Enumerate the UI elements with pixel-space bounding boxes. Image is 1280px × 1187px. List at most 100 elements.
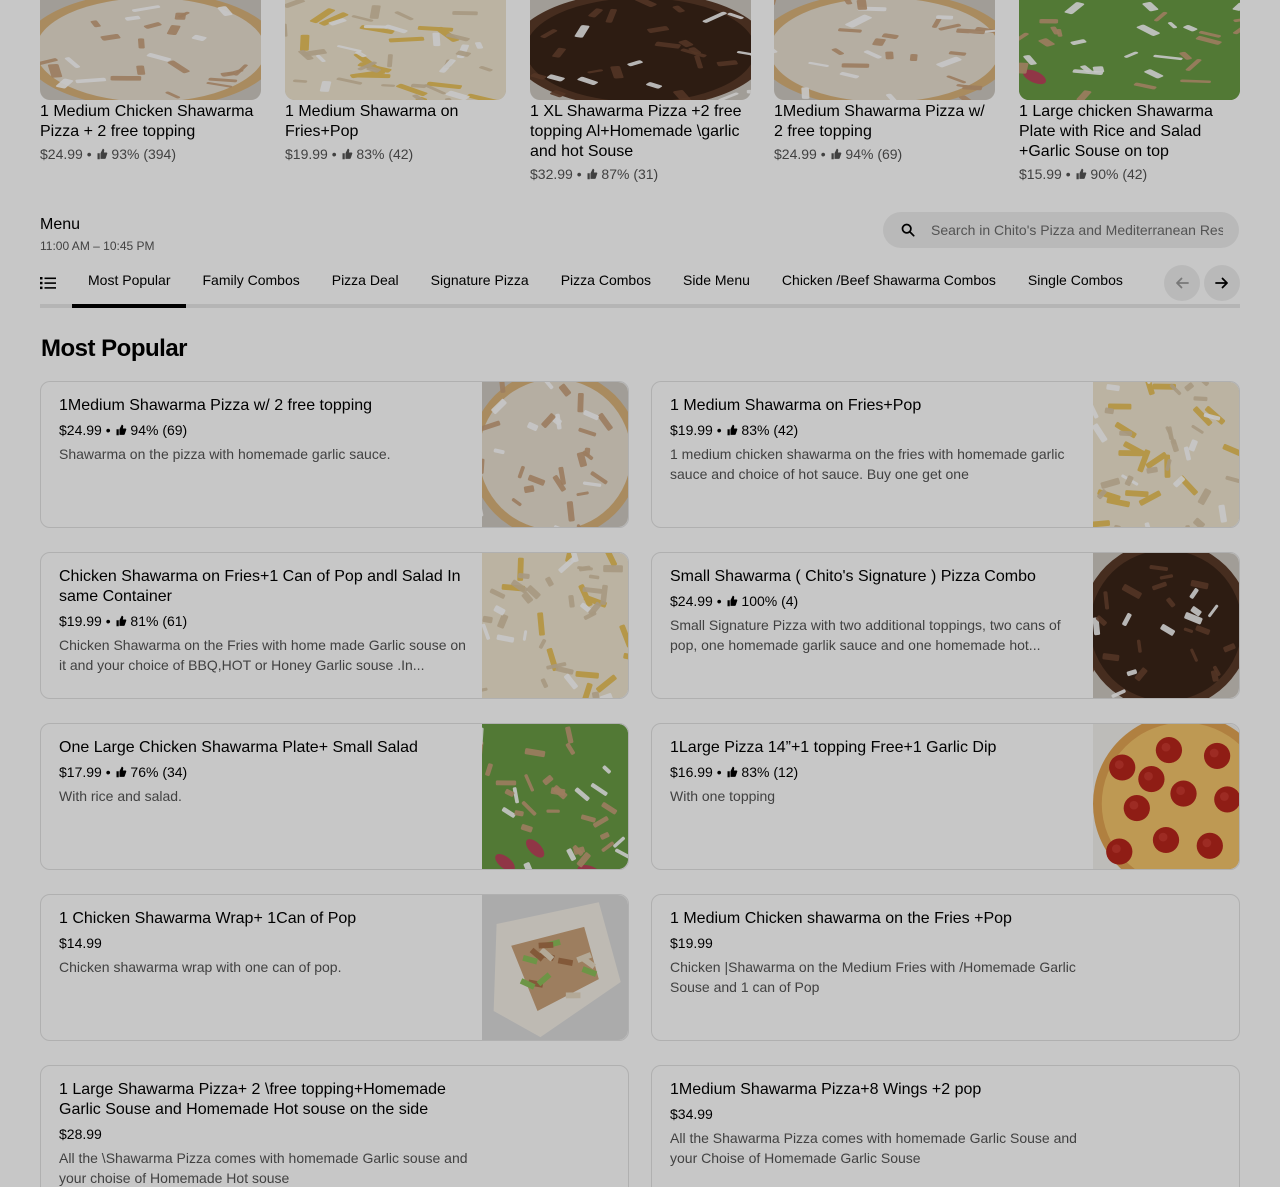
thumbs-up-icon xyxy=(342,148,352,160)
thumbs-up-icon xyxy=(97,148,107,160)
featured-item[interactable]: 1Medium Shawarma Pizza w/ 2 free topping… xyxy=(774,0,995,164)
featured-item-title: 1 Large chicken Shawarma Plate with Rice… xyxy=(1019,103,1213,160)
tab-signature-pizza[interactable]: Signature Pizza xyxy=(415,262,545,308)
featured-item-image xyxy=(774,0,995,100)
menu-item-price: $14.99 xyxy=(59,935,102,951)
menu-item-card[interactable]: 1 Medium Shawarma on Fries+Pop $19.99 • 8… xyxy=(651,381,1240,528)
menu-item-meta: $34.99 xyxy=(670,1104,1082,1124)
menu-item-description: All the Shawarma Pizza comes with homema… xyxy=(670,1130,1077,1166)
menu-item-meta: $14.99 xyxy=(59,933,471,953)
menu-item-description: All the \Shawarma Pizza comes with homem… xyxy=(59,1150,468,1186)
menu-item-name: 1Medium Shawarma Pizza w/ 2 free topping xyxy=(59,397,373,414)
menu-item-card[interactable]: 1Large Pizza 14”+1 topping Free+1 Garlic… xyxy=(651,723,1240,870)
tab-pizza-deal[interactable]: Pizza Deal xyxy=(316,262,415,308)
menu-item-card[interactable]: Small Shawarma ( Chito's Signature ) Piz… xyxy=(651,552,1240,699)
menu-item-text: 1 Medium Chicken shawarma on the Fries +… xyxy=(670,909,1082,997)
menu-item-meta: $19.99 • 83% (42) xyxy=(670,422,799,438)
thumbs-up-icon xyxy=(587,168,597,180)
menu-item-image xyxy=(482,553,628,698)
menu-item-description: Shawarma on the pizza with homemade garl… xyxy=(59,446,391,462)
menu-item-rating: 81% (61) xyxy=(130,613,188,629)
menu-item-price: $19.99 xyxy=(59,613,102,629)
menu-item-card[interactable]: 1 Chicken Shawarma Wrap+ 1Can of Pop $14.… xyxy=(40,894,629,1041)
tabs-next-button[interactable] xyxy=(1204,265,1240,301)
menu-item-price: $24.99 xyxy=(670,593,713,609)
list-icon[interactable] xyxy=(40,275,56,291)
menu-hours: 11:00 AM – 10:45 PM xyxy=(40,239,155,253)
menu-item-description: Chicken shawarma wrap with one can of po… xyxy=(59,959,342,975)
menu-item-description: Small Signature Pizza with two additiona… xyxy=(670,617,1061,653)
menu-item-name: 1 Large Shawarma Pizza+ 2 \free topping+… xyxy=(59,1081,446,1118)
featured-item[interactable]: 1 Medium Chicken Shawarma Pizza + 2 free… xyxy=(40,0,261,164)
thumbs-up-icon xyxy=(727,595,737,607)
featured-item-title: 1Medium Shawarma Pizza w/ 2 free topping xyxy=(774,103,985,140)
menu-item-meta: $19.99 • 81% (61) xyxy=(59,613,188,629)
search-icon xyxy=(901,223,915,237)
featured-item[interactable]: 1 Large chicken Shawarma Plate with Rice… xyxy=(1019,0,1240,184)
menu-item-text: Small Shawarma ( Chito's Signature ) Piz… xyxy=(670,567,1082,655)
menu-item-name: 1Medium Shawarma Pizza+8 Wings +2 pop xyxy=(670,1081,982,1098)
menu-item-card[interactable]: 1Medium Shawarma Pizza w/ 2 free topping… xyxy=(40,381,629,528)
menu-item-text: 1 Medium Shawarma on Fries+Pop $19.99 • 8… xyxy=(670,396,1082,484)
featured-item-rating: 93% (394) xyxy=(111,146,176,162)
featured-item-rating: 83% (42) xyxy=(356,146,414,162)
menu-item-image xyxy=(482,382,628,527)
thumbs-up-icon xyxy=(116,424,126,436)
menu-item-text: 1 Chicken Shawarma Wrap+ 1Can of Pop $14.… xyxy=(59,909,471,977)
menu-item-image xyxy=(1093,553,1239,698)
tab-most-popular[interactable]: Most Popular xyxy=(72,262,187,308)
tabs-prev-button[interactable] xyxy=(1164,265,1200,301)
restaurant-menu-page: 1 Medium Chicken Shawarma Pizza + 2 free… xyxy=(0,0,1280,1187)
featured-item-title: 1 XL Shawarma Pizza +2 free topping Al+H… xyxy=(530,103,742,160)
featured-item-title: 1 Medium Shawarma on Fries+Pop xyxy=(285,103,459,140)
menu-item-price: $19.99 xyxy=(670,422,713,438)
tab-family-combos[interactable]: Family Combos xyxy=(186,262,315,308)
menu-item-price: $19.99 xyxy=(670,935,713,951)
menu-item-meta: $17.99 • 76% (34) xyxy=(59,764,188,780)
menu-item-name: 1 Medium Chicken shawarma on the Fries +… xyxy=(670,910,1012,927)
menu-item-description: With one topping xyxy=(670,788,776,804)
menu-item-text: One Large Chicken Shawarma Plate+ Small … xyxy=(59,738,471,806)
menu-item-rating: 83% (12) xyxy=(741,764,799,780)
menu-item-rating: 83% (42) xyxy=(741,422,799,438)
featured-item-price: $15.99 xyxy=(1019,166,1062,182)
menu-item-name: 1Large Pizza 14”+1 topping Free+1 Garlic… xyxy=(670,739,997,756)
tab-pizza-combos[interactable]: Pizza Combos xyxy=(545,262,667,308)
thumbs-up-icon xyxy=(727,424,737,436)
menu-item-meta: $24.99 • 100% (4) xyxy=(670,593,799,609)
tab-shawarma-combos[interactable]: Chicken /Beef Shawarma Combos xyxy=(766,262,1012,308)
tabs-scroll: Most Popular Family Combos Pizza Deal Signa… xyxy=(72,262,1152,308)
menu-item-text: 1Medium Shawarma Pizza w/ 2 free topping… xyxy=(59,396,471,464)
menu-item-meta: $28.99 xyxy=(59,1124,471,1144)
menu-item-name: One Large Chicken Shawarma Plate+ Small … xyxy=(59,739,418,756)
menu-item-meta: $16.99 • 83% (12) xyxy=(670,764,799,780)
menu-search-input[interactable] xyxy=(931,222,1223,238)
featured-item-meta: $15.99 • 90% (42) xyxy=(1019,166,1148,182)
featured-item[interactable]: 1 Medium Shawarma on Fries+Pop $19.99 • … xyxy=(285,0,506,164)
arrow-right-icon xyxy=(1215,277,1228,289)
featured-item[interactable]: 1 XL Shawarma Pizza +2 free topping Al+H… xyxy=(530,0,751,184)
featured-item-price: $19.99 xyxy=(285,146,328,162)
featured-item-meta: $32.99 • 87% (31) xyxy=(530,166,659,182)
thumbs-up-icon xyxy=(727,766,737,778)
menu-item-card[interactable]: Chicken Shawarma on Fries+1 Can of Pop a… xyxy=(40,552,629,699)
menu-item-card[interactable]: One Large Chicken Shawarma Plate+ Small … xyxy=(40,723,629,870)
menu-item-card[interactable]: 1Medium Shawarma Pizza+8 Wings +2 pop $34… xyxy=(651,1065,1240,1187)
menu-search-box[interactable] xyxy=(883,212,1239,248)
featured-item-meta: $24.99 • 94% (69) xyxy=(774,146,903,162)
featured-item-price: $32.99 xyxy=(530,166,573,182)
featured-item-meta: $19.99 • 83% (42) xyxy=(285,146,414,162)
menu-item-image xyxy=(482,895,628,1040)
section-title: Most Popular xyxy=(41,335,188,362)
tab-single-combos[interactable]: Single Combos xyxy=(1012,262,1139,308)
menu-item-text: 1 Large Shawarma Pizza+ 2 \free topping+… xyxy=(59,1080,471,1187)
menu-item-card[interactable]: 1 Large Shawarma Pizza+ 2 \free topping+… xyxy=(40,1065,629,1187)
menu-item-text: Chicken Shawarma on Fries+1 Can of Pop a… xyxy=(59,567,471,675)
featured-items-carousel: 1 Medium Chicken Shawarma Pizza + 2 free… xyxy=(40,0,1240,190)
menu-item-rating: 94% (69) xyxy=(130,422,188,438)
menu-title: Menu xyxy=(40,216,81,233)
tab-side-menu[interactable]: Side Menu xyxy=(667,262,766,308)
menu-item-card[interactable]: 1 Medium Chicken shawarma on the Fries +… xyxy=(651,894,1240,1041)
menu-header: Menu 11:00 AM – 10:45 PM xyxy=(40,214,155,254)
thumbs-up-icon xyxy=(116,766,126,778)
